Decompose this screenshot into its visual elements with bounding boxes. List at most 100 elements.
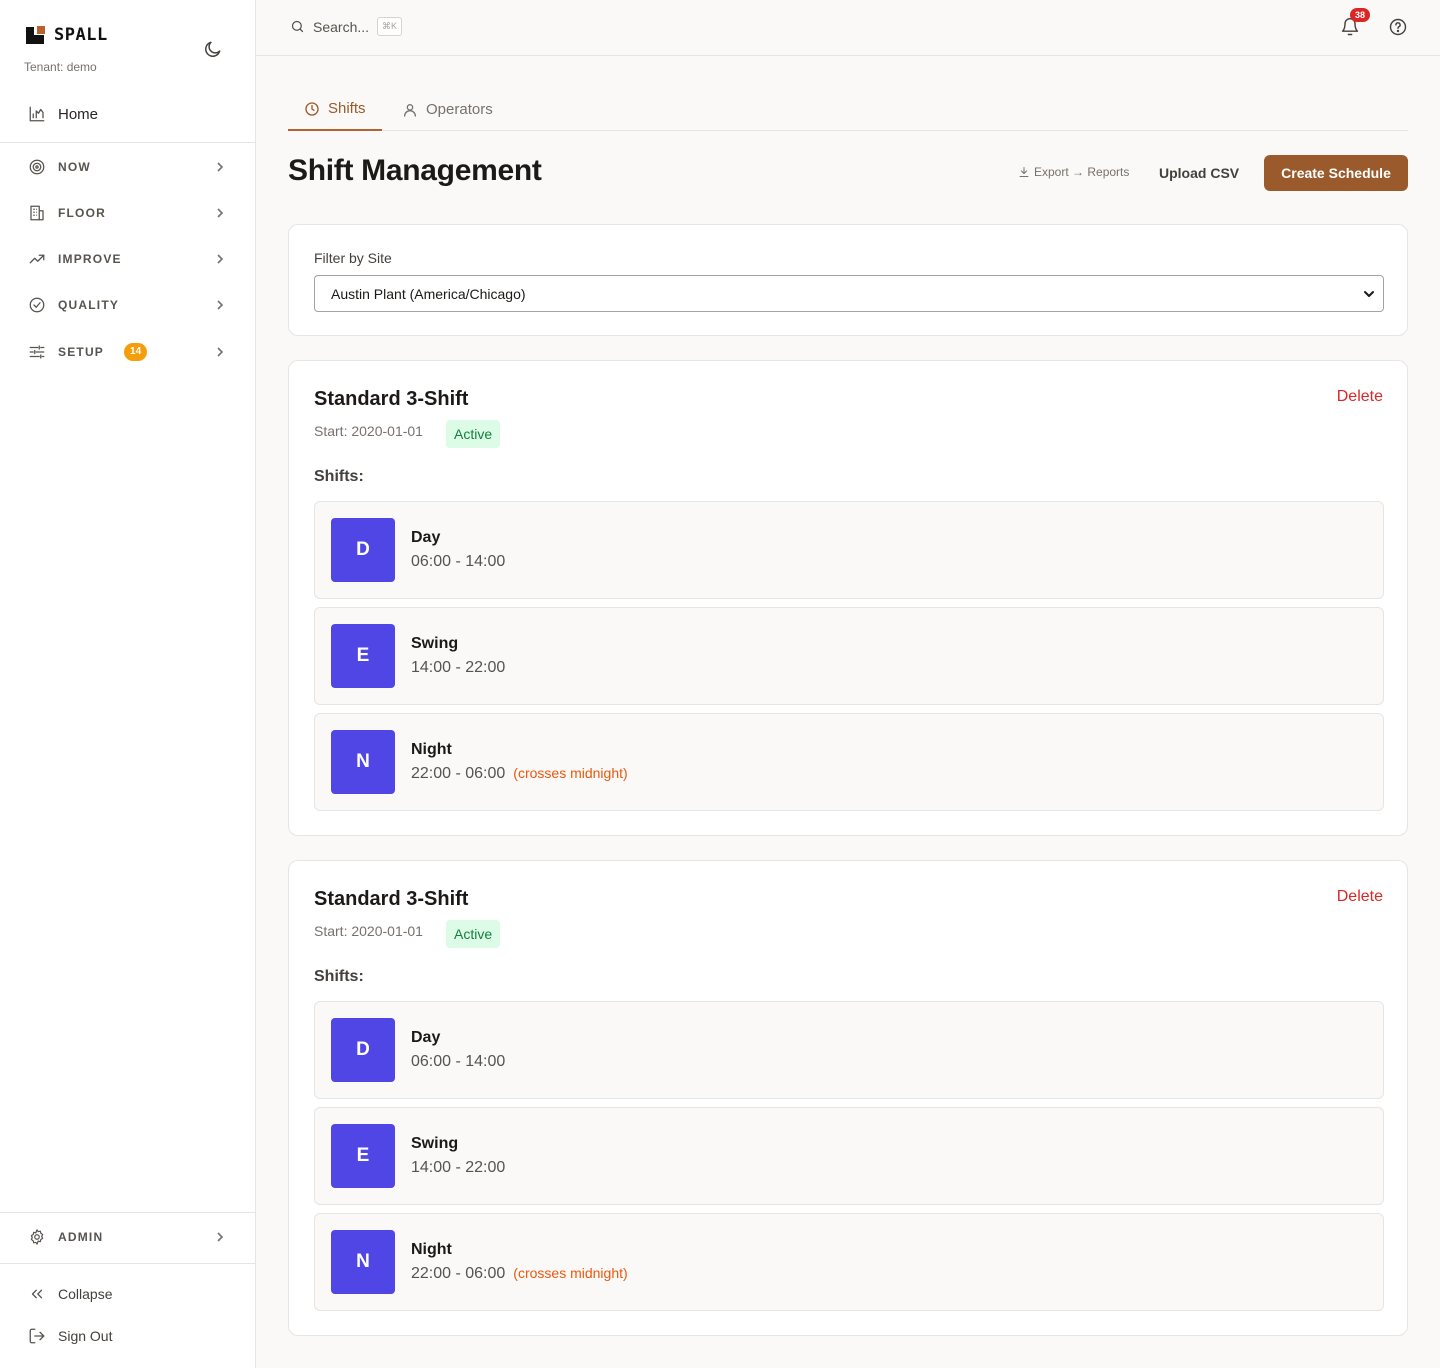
schedule-title: Standard 3-Shift	[314, 388, 469, 410]
sidebar-section-admin[interactable]: ADMIN	[0, 1217, 255, 1257]
collapse-label: Collapse	[58, 1286, 113, 1302]
sidebar-section-label: ADMIN	[58, 1230, 104, 1244]
site-select[interactable]: Austin Plant (America/Chicago)	[314, 275, 1384, 312]
sidebar-item-label: Home	[58, 105, 99, 123]
shift-letter-badge: N	[331, 730, 395, 794]
tab-label: Shifts	[328, 100, 366, 117]
trending-up-icon	[29, 254, 45, 264]
shift-time: 22:00 - 06:00	[411, 1265, 506, 1282]
schedule-start-date: Start: 2020-01-01	[314, 923, 423, 939]
chevron-right-icon	[217, 347, 224, 357]
sidebar-section-label: SETUP	[58, 345, 105, 359]
shift-row: E Swing 14:00 - 22:00	[314, 1107, 1384, 1205]
chevron-right-icon	[217, 300, 224, 310]
shift-row: N Night 22:00 - 06:00 (crosses midnight)	[314, 1213, 1384, 1311]
shift-time: 06:00 - 14:00	[411, 553, 506, 570]
sidebar-section-label: FLOOR	[58, 206, 106, 220]
filter-label: Filter by Site	[314, 250, 392, 266]
chevrons-left-icon	[31, 1289, 43, 1299]
moon-icon[interactable]	[203, 39, 223, 59]
shift-time-range: 22:00 - 06:00 (crosses midnight)	[411, 765, 628, 783]
schedule-card: Standard 3-Shift Delete Start: 2020-01-0…	[288, 360, 1408, 836]
download-icon	[1019, 167, 1029, 177]
tab-label: Operators	[426, 101, 493, 118]
shift-letter-badge: E	[331, 624, 395, 688]
sidebar-section-improve[interactable]: IMPROVE	[0, 239, 255, 279]
tab-bar: Shifts Operators	[288, 88, 1408, 131]
top-bar: Search... ⌘K 38	[256, 0, 1440, 56]
shift-time-range: 14:00 - 22:00	[411, 659, 505, 677]
setup-count-badge: 14	[124, 343, 148, 361]
sign-out-label: Sign Out	[58, 1328, 113, 1344]
crosses-midnight-note: (crosses midnight)	[513, 765, 628, 781]
check-circle-icon	[29, 297, 45, 313]
chevron-right-icon	[217, 208, 224, 218]
filter-card: Filter by Site Austin Plant (America/Chi…	[288, 224, 1408, 336]
sidebar-section-quality[interactable]: QUALITY	[0, 285, 255, 325]
target-icon	[29, 159, 45, 175]
shift-time-range: 14:00 - 22:00	[411, 1159, 505, 1177]
clock-icon	[305, 101, 319, 116]
shift-row: N Night 22:00 - 06:00 (crosses midnight)	[314, 713, 1384, 811]
delete-schedule-button[interactable]: Delete	[1337, 388, 1383, 406]
shift-time: 22:00 - 06:00	[411, 765, 506, 782]
upload-csv-button[interactable]: Upload CSV	[1146, 155, 1252, 191]
tab-operators[interactable]: Operators	[386, 88, 509, 131]
help-icon[interactable]	[1388, 17, 1408, 37]
shift-time: 06:00 - 14:00	[411, 1053, 506, 1070]
schedule-start-date: Start: 2020-01-01	[314, 423, 423, 439]
shift-name: Day	[411, 529, 441, 546]
shift-name: Day	[411, 1029, 441, 1046]
sidebar-section-floor[interactable]: FLOOR	[0, 193, 255, 233]
chevron-right-icon	[217, 162, 224, 172]
shift-row: E Swing 14:00 - 22:00	[314, 607, 1384, 705]
chevron-right-icon	[217, 1232, 224, 1242]
status-badge: Active	[446, 420, 501, 448]
shift-letter-badge: N	[331, 1230, 395, 1294]
sidebar-item-home[interactable]: Home	[0, 96, 255, 132]
shift-time-range: 22:00 - 06:00 (crosses midnight)	[411, 1265, 628, 1283]
collapse-button[interactable]: Collapse	[0, 1276, 255, 1312]
shift-time-range: 06:00 - 14:00	[411, 1053, 505, 1071]
logo[interactable]: SPALL	[24, 24, 108, 46]
shift-row: D Day 06:00 - 14:00	[314, 501, 1384, 599]
sidebar-section-setup[interactable]: SETUP 14	[0, 332, 255, 372]
sidebar-section-label: IMPROVE	[58, 252, 122, 266]
search-trigger[interactable]: Search... ⌘K	[290, 17, 403, 36]
schedule-title: Standard 3-Shift	[314, 888, 469, 910]
sidebar-section-label: NOW	[58, 160, 91, 174]
shift-name: Swing	[411, 1135, 459, 1152]
building-icon	[30, 205, 44, 221]
sign-out-icon	[29, 1328, 45, 1344]
chevron-down-icon	[1364, 291, 1374, 297]
shift-letter-badge: D	[331, 1018, 395, 1082]
logo-mark-icon	[24, 25, 46, 45]
notification-count: 38	[1350, 8, 1371, 22]
user-icon	[404, 103, 416, 117]
shift-row: D Day 06:00 - 14:00	[314, 1001, 1384, 1099]
shift-name: Swing	[411, 635, 459, 652]
delete-schedule-button[interactable]: Delete	[1337, 888, 1383, 906]
schedule-card: Standard 3-Shift Delete Start: 2020-01-0…	[288, 860, 1408, 1336]
brand-name: SPALL	[54, 25, 108, 45]
gear-icon	[30, 1229, 44, 1245]
sidebar-section-label: QUALITY	[58, 298, 120, 312]
page-title: Shift Management	[288, 154, 542, 187]
create-schedule-button[interactable]: Create Schedule	[1264, 155, 1408, 191]
export-link-label: Export → Reports	[1034, 165, 1130, 179]
shifts-heading: Shifts:	[314, 968, 364, 985]
divider	[0, 1212, 255, 1213]
sign-out-button[interactable]: Sign Out	[0, 1318, 255, 1354]
search-shortcut: ⌘K	[377, 17, 403, 36]
divider	[0, 142, 255, 143]
search-icon	[291, 20, 304, 33]
crosses-midnight-note: (crosses midnight)	[513, 1265, 628, 1281]
shift-letter-badge: E	[331, 1124, 395, 1188]
sliders-icon	[29, 345, 45, 359]
tenant-label: Tenant: demo	[24, 60, 97, 74]
export-reports-link[interactable]: Export → Reports	[1018, 165, 1129, 179]
tab-shifts[interactable]: Shifts	[288, 88, 382, 131]
chevron-right-icon	[217, 254, 224, 264]
shift-time: 14:00 - 22:00	[411, 1159, 506, 1176]
sidebar-section-now[interactable]: NOW	[0, 147, 255, 187]
